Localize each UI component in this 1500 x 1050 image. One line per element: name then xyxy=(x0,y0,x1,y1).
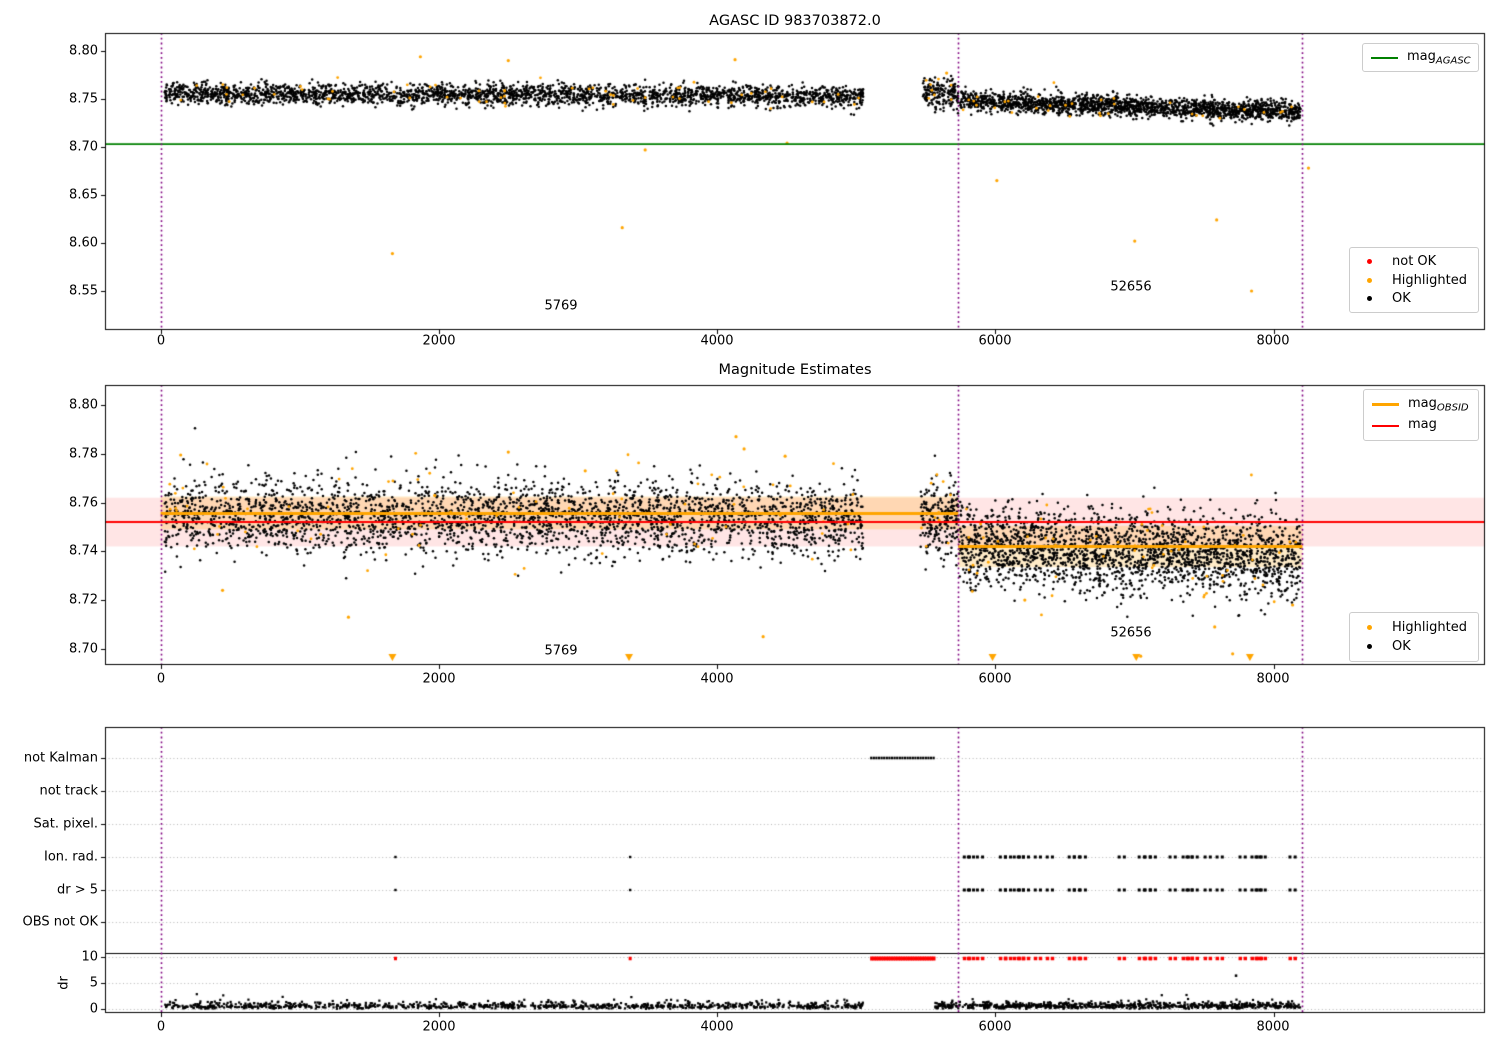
highlighted-dot-icon xyxy=(1367,624,1372,630)
legend-item-not-ok: not OK xyxy=(1358,254,1470,269)
plots-canvas xyxy=(0,0,1500,1050)
highlighted-label: Highlighted xyxy=(1392,619,1467,635)
plot3-row-label-sat-pixel: Sat. pixel. xyxy=(33,816,98,832)
plot2-ytick-1: 8.78 xyxy=(69,446,98,462)
plot2-ytick-5: 8.70 xyxy=(69,641,98,657)
plot1-ytick-4: 8.60 xyxy=(69,235,98,251)
figure: AGASC ID 983703872.0 8.80 8.75 8.70 8.65… xyxy=(0,0,1500,1050)
plot2-xtick-1: 2000 xyxy=(422,671,456,687)
plot2-ytick-2: 8.76 xyxy=(69,495,98,511)
plot2-xtick-0: 0 xyxy=(156,671,166,687)
legend-item-ok: OK xyxy=(1358,291,1470,306)
mag-obsid-label-sub: OBSID xyxy=(1436,402,1469,414)
mag-obsid-label-base: mag xyxy=(1408,395,1437,411)
plot1-xtick-1: 2000 xyxy=(422,333,456,349)
legend-item-highlighted-2: Highlighted xyxy=(1358,620,1470,635)
plot2-line-legend: magOBSID mag xyxy=(1363,389,1479,441)
plot1-xtick-4: 8000 xyxy=(1256,333,1290,349)
plot3-xtick-1: 2000 xyxy=(422,1019,456,1035)
plot1-line-legend: magAGASC xyxy=(1362,43,1479,72)
plot1-annotation-obsid-52656: 52656 xyxy=(1110,279,1152,295)
not-ok-dot-icon xyxy=(1367,258,1372,264)
plot1-xtick-0: 0 xyxy=(156,333,166,349)
mag-obsid-line-swatch-icon xyxy=(1372,402,1399,406)
plot3-row-label-not-track: not track xyxy=(39,783,98,799)
plot3-xtick-4: 8000 xyxy=(1256,1019,1290,1035)
plot1-ytick-1: 8.75 xyxy=(69,91,98,107)
ok-dot-icon xyxy=(1367,644,1372,650)
plot1-title: AGASC ID 983703872.0 xyxy=(709,12,881,29)
ok-label: OK xyxy=(1392,291,1411,307)
mag-agasc-label-base: mag xyxy=(1407,48,1436,64)
plot3-drtick-5: 5 xyxy=(89,975,98,991)
plot1-xtick-2: 4000 xyxy=(700,333,734,349)
plot2-annotation-obsid-52656: 52656 xyxy=(1110,625,1152,641)
plot3-ylabel-dr: dr xyxy=(56,976,72,990)
plot3-xtick-2: 4000 xyxy=(700,1019,734,1035)
mag-agasc-line-swatch-icon xyxy=(1371,56,1398,59)
plot3-row-label-dr-gt-5: dr > 5 xyxy=(56,882,98,898)
plot2-annotation-obsid-5769: 5769 xyxy=(544,643,578,659)
plot1-xtick-3: 6000 xyxy=(978,333,1012,349)
mag-label-base: mag xyxy=(1408,416,1437,432)
legend-item-highlighted: Highlighted xyxy=(1358,273,1470,288)
legend-item-mag-agasc: magAGASC xyxy=(1371,49,1471,67)
plot3-xtick-0: 0 xyxy=(156,1019,166,1035)
plot2-xtick-2: 4000 xyxy=(700,671,734,687)
ok-dot-icon xyxy=(1367,296,1372,302)
legend-item-mag-obsid: magOBSID xyxy=(1372,396,1470,414)
highlighted-label: Highlighted xyxy=(1392,272,1467,288)
plot1-ytick-0: 8.80 xyxy=(69,43,98,59)
plot2-xtick-3: 6000 xyxy=(978,671,1012,687)
ok-label: OK xyxy=(1392,639,1411,655)
plot1-ytick-2: 8.70 xyxy=(69,139,98,155)
plot2-ytick-3: 8.74 xyxy=(69,543,98,559)
mag-line-swatch-icon xyxy=(1372,424,1399,427)
plot1-ytick-5: 8.55 xyxy=(69,283,98,299)
mag-label: mag xyxy=(1408,417,1437,435)
mag-agasc-label: magAGASC xyxy=(1407,49,1471,67)
plot2-title: Magnitude Estimates xyxy=(718,361,872,378)
highlighted-dot-icon xyxy=(1367,277,1372,283)
not-ok-label: not OK xyxy=(1392,253,1437,269)
plot3-row-label-not-kalman: not Kalman xyxy=(23,750,98,766)
plot2-ytick-4: 8.72 xyxy=(69,592,98,608)
plot1-annotation-obsid-5769: 5769 xyxy=(544,298,578,314)
mag-obsid-label: magOBSID xyxy=(1408,396,1469,414)
plot1-marker-legend: not OK Highlighted OK xyxy=(1349,247,1479,313)
legend-item-mag: mag xyxy=(1372,417,1470,435)
plot3-drtick-10: 10 xyxy=(81,949,98,965)
plot3-drtick-0: 0 xyxy=(89,1001,98,1017)
plot2-ytick-0: 8.80 xyxy=(69,397,98,413)
plot3-row-label-ion-rad: Ion. rad. xyxy=(44,849,98,865)
plot3-xtick-3: 6000 xyxy=(978,1019,1012,1035)
plot1-ytick-3: 8.65 xyxy=(69,187,98,203)
plot2-marker-legend: Highlighted OK xyxy=(1349,612,1479,662)
plot2-xtick-4: 8000 xyxy=(1256,671,1290,687)
legend-item-ok-2: OK xyxy=(1358,639,1470,654)
plot3-row-label-obs-not-ok: OBS not OK xyxy=(22,914,99,930)
mag-agasc-label-sub: AGASC xyxy=(1435,55,1471,67)
